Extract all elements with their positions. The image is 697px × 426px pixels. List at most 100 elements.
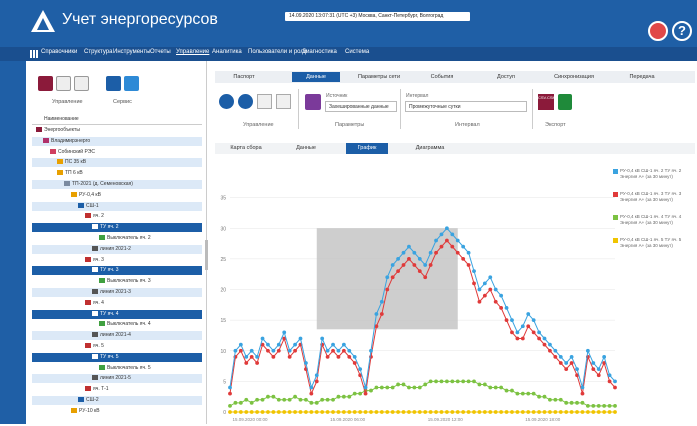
data-point[interactable]	[228, 391, 232, 396]
data-point[interactable]	[228, 403, 232, 408]
data-point[interactable]	[379, 299, 384, 304]
data-point[interactable]	[537, 330, 541, 335]
data-point[interactable]	[493, 385, 498, 390]
data-point[interactable]	[585, 348, 590, 353]
data-point[interactable]	[537, 410, 541, 414]
data-point[interactable]	[531, 410, 536, 414]
data-point[interactable]	[266, 410, 270, 414]
data-point[interactable]	[526, 324, 531, 329]
delete-icon[interactable]	[74, 76, 89, 91]
data-point[interactable]	[585, 403, 590, 408]
data-point[interactable]	[293, 410, 297, 414]
tree-row[interactable]: РУ-10 кВ	[32, 407, 202, 416]
data-point[interactable]	[575, 400, 579, 405]
data-point[interactable]	[596, 403, 601, 408]
data-point[interactable]	[510, 410, 514, 414]
data-point[interactable]	[325, 410, 330, 414]
data-point[interactable]	[434, 410, 438, 414]
data-point[interactable]	[520, 336, 525, 341]
interval-select[interactable]: Промежуточные сутки	[405, 101, 527, 112]
data-point[interactable]	[314, 410, 319, 414]
data-point[interactable]	[401, 382, 406, 387]
data-point[interactable]	[569, 410, 574, 414]
menu-item-3[interactable]: Отчеты	[150, 49, 171, 55]
search-icon[interactable]	[124, 76, 139, 91]
apps-grid-icon[interactable]	[30, 50, 38, 58]
add-object-icon[interactable]	[38, 76, 53, 91]
tree-row[interactable]: линия 2021-5	[32, 374, 202, 384]
data-point[interactable]	[325, 354, 330, 359]
data-point[interactable]	[531, 318, 536, 323]
data-point[interactable]	[526, 391, 531, 396]
data-point[interactable]	[466, 379, 471, 384]
data-point[interactable]	[363, 385, 368, 390]
data-point[interactable]	[553, 397, 558, 402]
data-point[interactable]	[336, 354, 341, 359]
data-point[interactable]	[558, 361, 563, 365]
data-point[interactable]	[314, 373, 319, 378]
data-point[interactable]	[320, 336, 325, 341]
tree-row[interactable]: СШ-1	[32, 201, 202, 211]
tree-row[interactable]: ТУ яч. 4	[32, 309, 202, 319]
data-point[interactable]	[407, 410, 411, 414]
tab-1[interactable]: Данные	[292, 72, 340, 82]
data-point[interactable]	[553, 354, 558, 359]
data-point[interactable]	[466, 263, 471, 267]
data-point[interactable]	[613, 410, 617, 414]
data-point[interactable]	[255, 361, 260, 365]
data-point[interactable]	[363, 410, 368, 414]
data-point[interactable]	[293, 348, 297, 353]
tree-row[interactable]: яч. 4	[32, 299, 202, 308]
data-point[interactable]	[287, 348, 292, 353]
data-point[interactable]	[260, 410, 265, 414]
data-point[interactable]	[314, 400, 319, 405]
data-point[interactable]	[607, 403, 612, 408]
data-point[interactable]	[504, 410, 509, 414]
data-point[interactable]	[412, 410, 417, 414]
menu-item-6[interactable]: Пользователи и роли	[248, 49, 307, 55]
legend-item[interactable]: РУ-0,4 кВ СШ-1 яч. 3 ТУ яч. 3 Энергия А+ …	[613, 191, 694, 202]
data-point[interactable]	[352, 410, 357, 414]
tree-row[interactable]: Энергообъекты	[32, 126, 202, 135]
data-point[interactable]	[515, 336, 520, 341]
data-point[interactable]	[548, 397, 552, 402]
data-point[interactable]	[336, 348, 341, 353]
data-point[interactable]	[276, 342, 281, 347]
data-point[interactable]	[445, 238, 449, 243]
data-point[interactable]	[358, 367, 363, 372]
data-point[interactable]	[504, 318, 509, 323]
tab-5[interactable]: Синхронизация	[550, 72, 598, 82]
tree-row[interactable]: яч. 5	[32, 342, 202, 351]
refresh-icon[interactable]	[238, 94, 253, 109]
tab-6[interactable]: Передача	[618, 72, 666, 82]
data-point[interactable]	[276, 410, 281, 414]
data-point[interactable]	[390, 385, 395, 390]
tree-row[interactable]: линия 2021-2	[32, 244, 202, 254]
data-point[interactable]	[407, 385, 411, 390]
data-point[interactable]	[374, 385, 379, 390]
data-point[interactable]	[504, 305, 509, 310]
data-point[interactable]	[423, 410, 428, 414]
data-point[interactable]	[341, 348, 346, 353]
data-point[interactable]	[238, 400, 243, 405]
data-point[interactable]	[390, 410, 395, 414]
data-point[interactable]	[542, 342, 547, 347]
data-point[interactable]	[396, 382, 400, 387]
filter-icon[interactable]	[106, 76, 121, 91]
export-csv-button[interactable]: CSV.CSM	[538, 94, 556, 110]
data-point[interactable]	[493, 287, 498, 292]
data-point[interactable]	[455, 379, 460, 384]
tab-2[interactable]: Параметры сети	[355, 72, 403, 82]
data-point[interactable]	[379, 385, 384, 390]
data-point[interactable]	[542, 336, 547, 341]
data-point[interactable]	[228, 410, 232, 414]
tree-row[interactable]: Выключатель яч. 2	[32, 234, 202, 243]
data-point[interactable]	[553, 410, 558, 414]
data-point[interactable]	[553, 348, 558, 353]
tree-row[interactable]: Выключатель яч. 4	[32, 320, 202, 329]
data-point[interactable]	[472, 410, 476, 414]
data-point[interactable]	[542, 394, 547, 399]
data-point[interactable]	[482, 281, 487, 286]
data-point[interactable]	[450, 410, 455, 414]
data-point[interactable]	[542, 410, 547, 414]
